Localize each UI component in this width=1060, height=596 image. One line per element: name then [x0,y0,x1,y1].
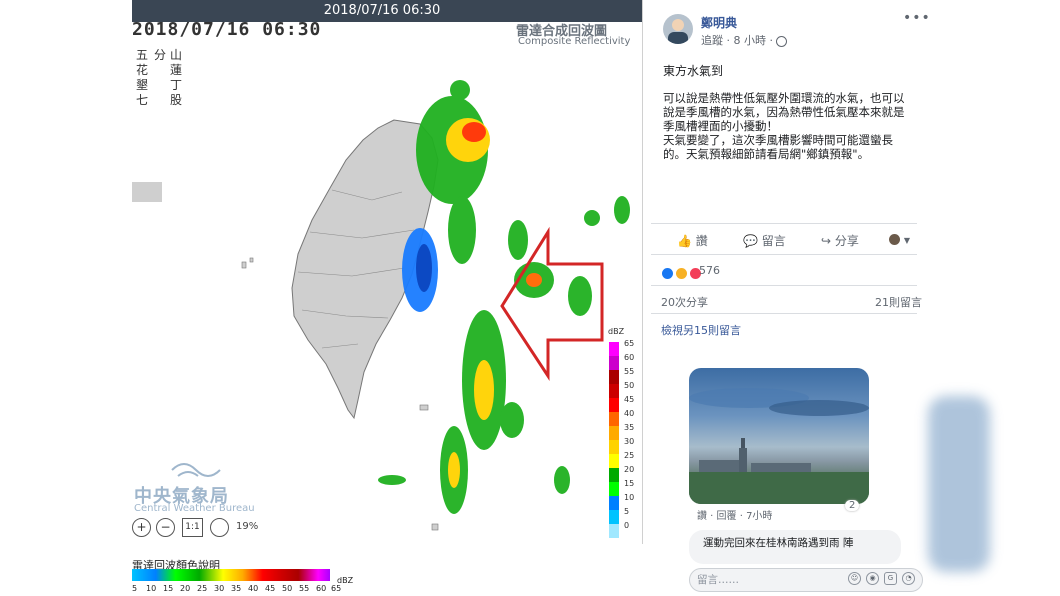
scale-tick: 0 [624,521,630,530]
scale-tick: 20 [624,465,635,474]
avatar[interactable] [663,14,693,44]
author-name[interactable]: 鄭明典 [701,14,737,31]
zoom-fit-button[interactable] [210,518,229,537]
photo-comment-actions[interactable]: 讚 · 回覆 · 7小時 [697,507,772,522]
scale-tick: 40 [624,409,635,418]
globe-icon [776,35,788,47]
zoom-out-button[interactable]: − [156,518,175,537]
scale-tick: 45 [624,395,635,404]
share-icon: ↪ [821,234,832,248]
chevron-down-icon: ▼ [903,236,910,245]
comment-icon: 💬 [743,234,758,248]
scale-tick: 35 [624,423,635,432]
like-button[interactable]: 👍 讚 [677,232,708,249]
scale-tick: 50 [624,381,635,390]
zoom-in-button[interactable]: + [132,518,151,537]
scale-tick: 25 [624,451,635,460]
more-options-button[interactable]: ••• [903,10,931,26]
radar-panel: 2018/07/16 06:30 2018/07/16 06:30 雷達合成回波… [132,0,643,544]
legend-tick: 25 [197,584,208,593]
audience-selector[interactable]: ▼ [889,232,910,246]
scale-tick: 10 [624,493,635,502]
camera-icon[interactable]: ◉ [866,572,879,585]
legend-tick: 60 [316,584,327,593]
scale-tick: 60 [624,353,635,362]
comment-text: 運動完回來在桂林南路遇到雨 陣 [703,537,854,549]
thumbs-up-icon: 👍 [677,234,692,248]
legend-tick: 35 [231,584,242,593]
comment-label: 留言 [761,234,786,248]
facebook-post: 鄭明典 追蹤 · 8 小時 · ••• 東方水氣到 可以說是熱帶性低氣壓外圍環流… [651,0,930,596]
scale-tick: 15 [624,479,635,488]
post-meta: 追蹤 · 8 小時 · [701,32,788,48]
cwb-logo [171,463,221,477]
legend-tick: 40 [248,584,259,593]
legend-tick: 65 [331,584,342,593]
divider [651,254,917,255]
reactions-summary[interactable] [661,263,703,282]
legend-tick: 45 [265,584,276,593]
legend-tick: 5 [132,584,138,593]
legend-color-bar [132,569,330,581]
view-more-comments-link[interactable]: 檢視另15則留言 [661,322,741,338]
photo-like-count[interactable]: 2 [845,500,860,511]
legend-tick: 55 [299,584,310,593]
legend-tick: 15 [163,584,174,593]
post-title: 東方水氣到 [663,64,724,78]
zoom-reset-button[interactable]: 1:1 [182,518,203,537]
zoom-percent: 19% [236,521,259,532]
scale-tick: 5 [624,507,630,516]
legend-tick: 30 [214,584,225,593]
divider [651,223,917,224]
like-label: 讚 [695,234,708,248]
sticker-icon[interactable]: ◔ [902,572,915,585]
comment-button[interactable]: 💬 留言 [743,232,786,249]
gif-icon[interactable]: G [884,572,897,585]
legend-tick: 50 [282,584,293,593]
post-body: 可以說是熱帶性低氣壓外圍環流的水氣，也可以說是季風槽的水氣，因為熱帶性低氣壓本來… [663,91,905,161]
comment-count[interactable]: 21則留言 [875,294,922,310]
share-label: 分享 [834,234,859,248]
dbz-color-scale [609,342,619,538]
legend-tick: 10 [146,584,157,593]
blurred-background-image [928,396,990,572]
scale-tick: 30 [624,437,635,446]
share-count[interactable]: 20次分享 [661,294,708,310]
comment-input-placeholder: 留言…… [697,574,739,586]
divider [651,313,917,314]
agency-name-en: Central Weather Bureau [134,503,255,514]
divider [651,285,917,286]
radar-map [132,80,630,538]
wow-reaction-icon [675,267,689,280]
share-button[interactable]: ↪ 分享 [821,232,859,249]
reaction-count[interactable]: 576 [699,264,720,277]
scale-tick: 55 [624,367,635,376]
scale-title: dBZ [608,327,625,336]
mini-avatar-icon [889,234,900,245]
legend-tick: 20 [180,584,191,593]
post-meta-text: 追蹤 · 8 小時 · [701,34,777,47]
comment-photo[interactable] [689,368,869,504]
scale-tick: 65 [624,339,635,348]
like-reaction-icon [661,267,674,280]
emoji-icon[interactable]: ☺ [848,572,861,585]
